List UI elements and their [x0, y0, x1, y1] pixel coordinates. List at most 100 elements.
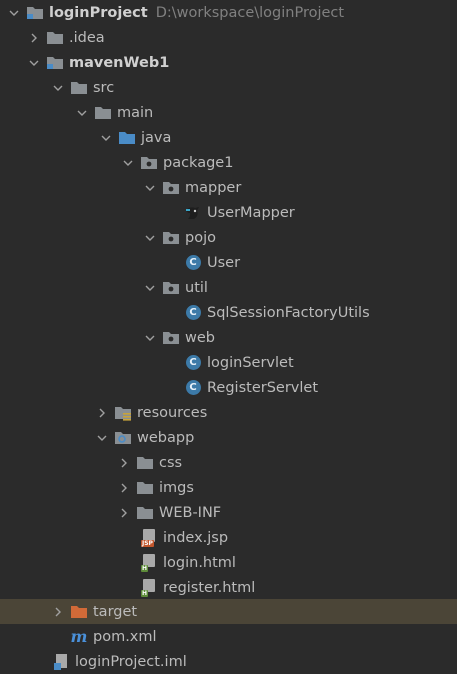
- chevron-right-icon[interactable]: [116, 505, 132, 521]
- tree-label: imgs: [159, 479, 194, 496]
- chevron-down-icon[interactable]: [74, 105, 90, 121]
- tree-row-pojo[interactable]: pojo: [0, 225, 457, 250]
- tree-row-WEB-INF[interactable]: WEB-INF: [0, 500, 457, 525]
- tree-row-target[interactable]: target: [0, 599, 457, 624]
- chevron-down-icon[interactable]: [142, 330, 158, 346]
- tree-label: UserMapper: [207, 204, 295, 221]
- class-icon: C: [184, 379, 202, 397]
- tree-label: mavenWeb1: [69, 54, 170, 71]
- folder-icon: [136, 479, 154, 497]
- tree-row-loginProject[interactable]: loginProject D:\workspace\loginProject: [0, 0, 457, 25]
- tree-label: mapper: [185, 179, 242, 196]
- tree-row-web[interactable]: web: [0, 325, 457, 350]
- tree-row-SqlSessionFactoryUtils[interactable]: C SqlSessionFactoryUtils: [0, 300, 457, 325]
- iml-file-icon: [52, 653, 70, 671]
- project-folder-icon: [26, 4, 44, 22]
- tree-label: web: [185, 329, 215, 346]
- chevron-down-icon[interactable]: [142, 180, 158, 196]
- chevron-down-icon[interactable]: [94, 430, 110, 446]
- tree-label: WEB-INF: [159, 504, 222, 521]
- tree-row-main[interactable]: main: [0, 100, 457, 125]
- tree-row-resources[interactable]: resources: [0, 400, 457, 425]
- tree-label: login.html: [163, 554, 236, 571]
- chevron-down-icon[interactable]: [142, 230, 158, 246]
- tree-row-loginServlet[interactable]: C loginServlet: [0, 350, 457, 375]
- jsp-file-icon: JSP: [140, 528, 158, 547]
- maven-pom-icon: m: [70, 627, 88, 646]
- chevron-down-icon[interactable]: [26, 55, 42, 71]
- folder-icon: [70, 79, 88, 97]
- tree-row-login-html[interactable]: H login.html: [0, 550, 457, 575]
- tree-label: css: [159, 454, 183, 471]
- folder-icon: [136, 504, 154, 522]
- package-icon: [162, 329, 180, 347]
- tree-label: index.jsp: [163, 529, 229, 546]
- project-name: loginProject: [49, 4, 148, 21]
- tree-label: java: [141, 129, 172, 146]
- chevron-down-icon[interactable]: [6, 5, 22, 21]
- chevron-down-icon[interactable]: [120, 155, 136, 171]
- chevron-down-icon[interactable]: [50, 80, 66, 96]
- tree-label: main: [117, 104, 154, 121]
- tree-row-webapp[interactable]: webapp: [0, 425, 457, 450]
- tree-label: target: [93, 603, 138, 620]
- folder-icon: [136, 454, 154, 472]
- class-icon: C: [184, 354, 202, 372]
- tree-row-loginProject-iml[interactable]: loginProject.iml: [0, 649, 457, 674]
- tree-row-UserMapper[interactable]: UserMapper: [0, 200, 457, 225]
- html-file-icon: H: [140, 578, 158, 597]
- tree-row-pom-xml[interactable]: m pom.xml: [0, 624, 457, 649]
- mybatis-interface-icon: [184, 204, 202, 222]
- chevron-right-icon[interactable]: [26, 30, 42, 46]
- project-path: D:\workspace\loginProject: [155, 4, 345, 21]
- package-icon: [140, 154, 158, 172]
- chevron-down-icon[interactable]: [98, 130, 114, 146]
- tree-row-package1[interactable]: package1: [0, 150, 457, 175]
- tree-row-User[interactable]: C User: [0, 250, 457, 275]
- tree-row-register-html[interactable]: H register.html: [0, 575, 457, 600]
- project-tree[interactable]: loginProject D:\workspace\loginProject .…: [0, 0, 457, 672]
- tree-label: package1: [163, 154, 234, 171]
- source-folder-icon: [118, 129, 136, 147]
- web-folder-icon: [114, 429, 132, 447]
- tree-row-java[interactable]: java: [0, 125, 457, 150]
- tree-label: webapp: [137, 429, 195, 446]
- class-icon: C: [184, 304, 202, 322]
- class-icon: C: [184, 254, 202, 272]
- tree-row-idea[interactable]: .idea: [0, 25, 457, 50]
- tree-label: src: [93, 79, 115, 96]
- tree-label: User: [207, 254, 241, 271]
- chevron-right-icon[interactable]: [116, 455, 132, 471]
- module-folder-icon: [46, 54, 64, 72]
- tree-row-css[interactable]: css: [0, 450, 457, 475]
- package-icon: [162, 279, 180, 297]
- tree-label: util: [185, 279, 208, 296]
- tree-label: .idea: [69, 29, 105, 46]
- package-icon: [162, 179, 180, 197]
- tree-label: SqlSessionFactoryUtils: [207, 304, 370, 321]
- chevron-right-icon[interactable]: [116, 480, 132, 496]
- chevron-right-icon[interactable]: [50, 604, 66, 620]
- tree-label: loginProject.iml: [75, 653, 187, 670]
- html-file-icon: H: [140, 553, 158, 572]
- tree-row-RegisterServlet[interactable]: C RegisterServlet: [0, 375, 457, 400]
- tree-label: register.html: [163, 579, 256, 596]
- tree-label: loginServlet: [207, 354, 294, 371]
- tree-row-src[interactable]: src: [0, 75, 457, 100]
- folder-icon: [94, 104, 112, 122]
- tree-row-mapper[interactable]: mapper: [0, 175, 457, 200]
- folder-icon: [46, 29, 64, 47]
- tree-label: pom.xml: [93, 628, 157, 645]
- tree-label: RegisterServlet: [207, 379, 319, 396]
- tree-row-mavenWeb1[interactable]: mavenWeb1: [0, 50, 457, 75]
- tree-row-index-jsp[interactable]: JSP index.jsp: [0, 525, 457, 550]
- package-icon: [162, 229, 180, 247]
- tree-row-util[interactable]: util: [0, 275, 457, 300]
- tree-row-imgs[interactable]: imgs: [0, 475, 457, 500]
- resources-folder-icon: [114, 404, 132, 422]
- excluded-folder-icon: [70, 603, 88, 621]
- chevron-down-icon[interactable]: [142, 280, 158, 296]
- tree-label: resources: [137, 404, 208, 421]
- tree-label: pojo: [185, 229, 216, 246]
- chevron-right-icon[interactable]: [94, 405, 110, 421]
